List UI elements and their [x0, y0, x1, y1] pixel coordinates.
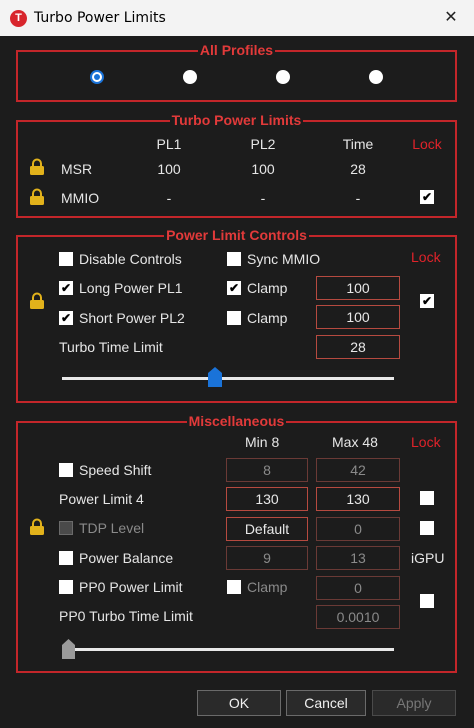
header-pl1: PL1 — [156, 136, 182, 152]
mmio-time: - — [355, 190, 361, 206]
pp0-value-field[interactable]: 0 — [316, 576, 400, 600]
msr-pl1: 100 — [157, 161, 181, 177]
tdp-level-field[interactable]: Default — [226, 517, 308, 541]
pp0-clamp-checkbox[interactable] — [227, 580, 241, 594]
plc-lock-label: Lock — [411, 249, 441, 265]
misc-lock-label: Lock — [411, 434, 441, 450]
mmio-lock-checkbox[interactable]: ✔ — [420, 190, 434, 204]
profile-radio-3[interactable] — [276, 70, 290, 84]
pl4-min-field[interactable]: 130 — [226, 487, 308, 511]
long-power-label: Long Power PL1 — [79, 280, 183, 296]
header-pl2: PL2 — [250, 136, 276, 152]
sync-mmio-label: Sync MMIO — [247, 251, 321, 267]
speed-shift-min-field[interactable]: 8 — [226, 458, 308, 482]
disable-controls-checkbox[interactable] — [59, 252, 73, 266]
power-balance-label: Power Balance — [79, 550, 174, 566]
msr-pl2: 100 — [251, 161, 275, 177]
turbo-time-slider-thumb[interactable] — [208, 367, 222, 387]
disable-controls-label: Disable Controls — [79, 251, 182, 267]
misc-min-label: Min 8 — [245, 434, 280, 450]
turbo-time-field[interactable]: 28 — [316, 335, 400, 359]
short-power-label: Short Power PL2 — [79, 310, 185, 326]
app-icon: T — [10, 10, 27, 27]
pp0-power-limit-checkbox[interactable] — [59, 580, 73, 594]
lock-icon — [30, 188, 44, 205]
cancel-button[interactable]: Cancel — [286, 690, 366, 716]
pl2-value-field[interactable]: 100 — [316, 305, 400, 329]
tdp-level-checkbox[interactable] — [59, 521, 73, 535]
profile-radio-2[interactable] — [183, 70, 197, 84]
igpu-label: iGPU — [411, 550, 445, 566]
header-lock: Lock — [412, 136, 442, 152]
pp0-power-limit-label: PP0 Power Limit — [79, 579, 183, 595]
short-clamp-label: Clamp — [247, 310, 288, 326]
tdp-level-max-field[interactable]: 0 — [316, 517, 400, 541]
msr-time: 28 — [350, 161, 366, 177]
profile-radio-1[interactable] — [90, 70, 104, 84]
lock-icon — [30, 292, 44, 309]
pp0-turbo-slider-thumb[interactable] — [62, 639, 75, 659]
mmio-pl2: - — [260, 190, 266, 206]
group-title-turbo-power-limits: Turbo Power Limits — [169, 112, 304, 128]
apply-button[interactable]: Apply — [372, 690, 456, 716]
plc-lock-checkbox[interactable]: ✔ — [420, 294, 434, 308]
pl4-lock-checkbox[interactable] — [420, 491, 434, 505]
long-clamp-checkbox[interactable]: ✔ — [227, 281, 241, 295]
header-time: Time — [342, 136, 374, 152]
title-bar: T Turbo Power Limits ✕ — [0, 0, 474, 36]
power-limit-4-label: Power Limit 4 — [59, 491, 144, 507]
pp0-turbo-slider-track[interactable] — [62, 648, 394, 651]
profile-radio-4[interactable] — [369, 70, 383, 84]
row-label-msr: MSR — [61, 161, 93, 177]
ok-button[interactable]: OK — [197, 690, 281, 716]
power-balance-checkbox[interactable] — [59, 551, 73, 565]
mmio-pl1: - — [166, 190, 172, 206]
sync-mmio-checkbox[interactable] — [227, 252, 241, 266]
pp0-clamp-label: Clamp — [247, 579, 288, 595]
row-label-mmio: MMIO — [61, 190, 100, 206]
pp0-turbo-time-label: PP0 Turbo Time Limit — [59, 608, 193, 624]
pp0-lock-checkbox[interactable] — [420, 594, 434, 608]
lock-icon — [30, 158, 44, 175]
lock-icon — [30, 518, 44, 535]
power-balance-min-field[interactable]: 9 — [226, 546, 308, 570]
tdp-level-label: TDP Level — [79, 520, 145, 536]
tdp-lock-checkbox[interactable] — [420, 521, 434, 535]
group-title-power-limit-controls: Power Limit Controls — [164, 227, 309, 243]
group-all-profiles: All Profiles — [16, 42, 457, 102]
close-icon[interactable]: ✕ — [428, 0, 474, 36]
group-title-miscellaneous: Miscellaneous — [186, 413, 287, 429]
short-power-checkbox[interactable]: ✔ — [59, 311, 73, 325]
group-title-all-profiles: All Profiles — [197, 42, 276, 58]
pl1-value-field[interactable]: 100 — [316, 276, 400, 300]
speed-shift-max-field[interactable]: 42 — [316, 458, 400, 482]
turbo-time-label: Turbo Time Limit — [59, 339, 163, 355]
long-clamp-label: Clamp — [247, 280, 288, 296]
long-power-checkbox[interactable]: ✔ — [59, 281, 73, 295]
pp0-turbo-time-field[interactable]: 0.0010 — [316, 605, 400, 629]
power-balance-max-field[interactable]: 13 — [316, 546, 400, 570]
misc-max-label: Max 48 — [332, 434, 378, 450]
speed-shift-label: Speed Shift — [79, 462, 152, 478]
window-title: Turbo Power Limits — [34, 10, 166, 26]
pl4-max-field[interactable]: 130 — [316, 487, 400, 511]
turbo-time-slider-track[interactable] — [62, 377, 394, 380]
speed-shift-checkbox[interactable] — [59, 463, 73, 477]
short-clamp-checkbox[interactable] — [227, 311, 241, 325]
